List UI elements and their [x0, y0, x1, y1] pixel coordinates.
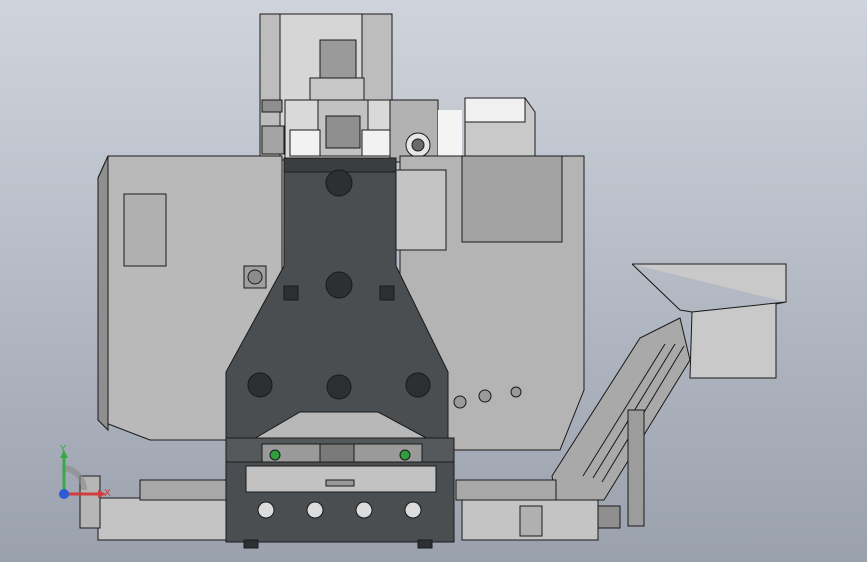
z-axis-marker — [59, 489, 69, 499]
y-axis-label: Y — [59, 444, 67, 455]
machine-drawing: Y X — [0, 0, 867, 562]
spindle-head — [259, 13, 396, 161]
base-block — [225, 461, 455, 549]
cad-viewport[interactable]: Y X — [0, 0, 867, 562]
x-axis-label: X — [104, 488, 111, 499]
